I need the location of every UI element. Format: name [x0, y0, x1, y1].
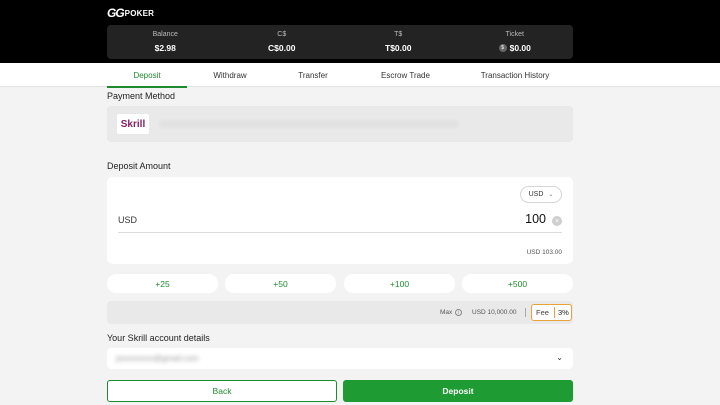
deposit-amount-title: Deposit Amount: [107, 161, 171, 171]
fee-label: Fee: [536, 308, 549, 317]
fee-box: Fee 3%: [531, 304, 572, 321]
balance-panel: Balance $2.98 C$ C$0.00 T$ T$0.00 Ticket…: [107, 25, 573, 59]
cd-balance-value: C$0.00: [268, 43, 296, 53]
quick-amount-100-button[interactable]: +100: [344, 274, 455, 293]
td-balance-item: T$ T$0.00: [340, 25, 457, 59]
tab-transaction-history[interactable]: Transaction History: [470, 63, 560, 87]
logo-gg: GG: [107, 6, 125, 20]
max-value: USD 10,000.00: [472, 309, 517, 316]
deposit-amount-card: USD ⌄ USD × USD 103.00: [107, 177, 573, 264]
chevron-down-icon: ⌄: [556, 353, 563, 362]
top-bar: GG POKER Balance $2.98 C$ C$0.00 T$ T$0.…: [0, 0, 720, 63]
limits-row: Max i USD 10,000.00 Fee 3%: [107, 301, 573, 324]
tab-withdraw[interactable]: Withdraw: [195, 63, 265, 87]
tab-bar: Deposit Withdraw Transfer Escrow Trade T…: [0, 63, 720, 88]
tab-transfer[interactable]: Transfer: [280, 63, 346, 87]
chevron-down-icon: ⌄: [548, 192, 554, 198]
account-email: jsxxxxxxxx@gmail.com: [116, 354, 199, 363]
divider: [525, 308, 526, 317]
logo-text: POKER: [124, 8, 155, 18]
tab-deposit[interactable]: Deposit: [107, 63, 187, 88]
skrill-logo: Skrill: [117, 114, 149, 134]
amount-underline: [118, 232, 562, 233]
quick-amount-25-button[interactable]: +25: [107, 274, 218, 293]
account-select[interactable]: jsxxxxxxxx@gmail.com ⌄: [107, 348, 573, 369]
ticket-balance-value: $ $0.00: [457, 43, 574, 53]
currency-select-value: USD: [528, 191, 544, 198]
payment-method-option[interactable]: Skrill: [107, 106, 573, 142]
back-button[interactable]: Back: [107, 380, 337, 402]
balance-value: $2.98: [154, 43, 176, 53]
ticket-coin-icon: $: [498, 44, 507, 52]
payment-method-detail: [159, 120, 459, 128]
currency-label: USD: [118, 215, 138, 225]
quick-amount-500-button[interactable]: +500: [462, 274, 573, 293]
max-label-group: Max i: [440, 309, 463, 316]
fee-value: 3%: [558, 308, 569, 317]
ticket-balance-item: Ticket $ $0.00: [457, 25, 574, 59]
td-balance-value: T$0.00: [385, 43, 412, 53]
account-details-title: Your Skrill account details: [107, 333, 210, 343]
tab-escrow-trade[interactable]: Escrow Trade: [368, 63, 443, 87]
amount-total: USD 103.00: [526, 249, 562, 256]
currency-select[interactable]: USD ⌄: [520, 186, 562, 203]
balance-label: Balance: [152, 31, 178, 38]
info-icon[interactable]: i: [455, 309, 463, 316]
amount-input[interactable]: [346, 212, 546, 226]
quick-amount-50-button[interactable]: +50: [225, 274, 336, 293]
td-balance-label: T$: [394, 31, 403, 38]
deposit-button[interactable]: Deposit: [343, 380, 573, 402]
ticket-balance-label: Ticket: [505, 31, 524, 38]
ggpoker-logo[interactable]: GG POKER: [107, 6, 154, 20]
payment-method-title: Payment Method: [107, 91, 176, 101]
max-label: Max: [440, 309, 453, 316]
balance-item: Balance $2.98: [107, 25, 224, 59]
clear-icon[interactable]: ×: [552, 216, 562, 226]
cd-balance-item: C$ C$0.00: [224, 25, 341, 59]
cd-balance-label: C$: [277, 31, 287, 38]
